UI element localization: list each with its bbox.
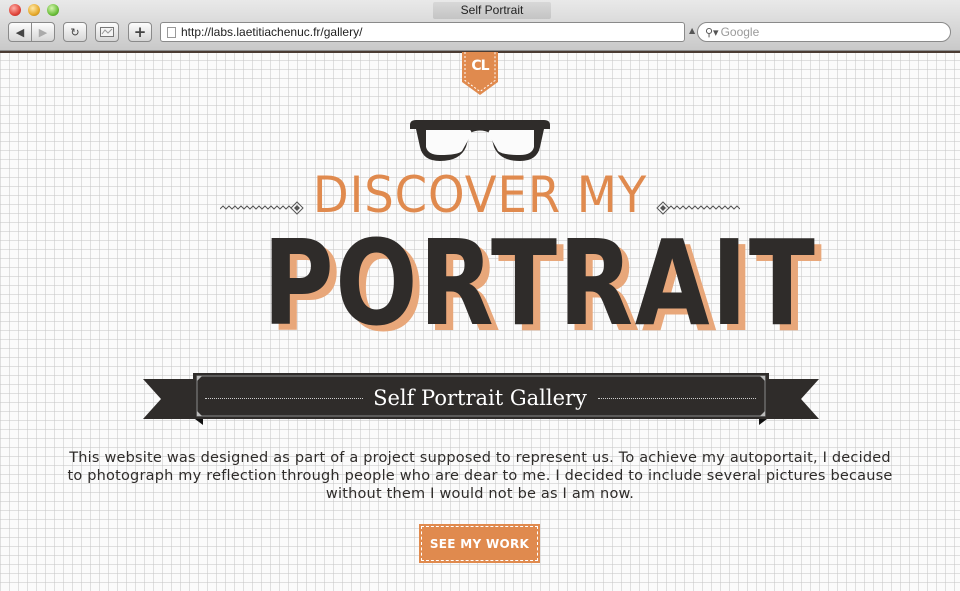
- heading-portrait: PORTRAIT PORTRAIT: [215, 214, 822, 352]
- intro-paragraph: This website was designed as part of a p…: [67, 450, 893, 502]
- snapback-button[interactable]: [95, 22, 119, 42]
- address-dropdown-icon[interactable]: ▲: [689, 26, 695, 35]
- back-button[interactable]: ◀: [8, 22, 32, 42]
- reload-button[interactable]: ↻: [63, 22, 87, 42]
- forward-button[interactable]: ▶: [31, 22, 55, 42]
- page-content: CL DISCOVER MY PORTRAIT PORTRAIT Self Po…: [0, 51, 960, 591]
- window-title: Self Portrait: [433, 2, 551, 19]
- zigzag-ornament-right: [656, 201, 740, 215]
- ribbon-label: Self Portrait Gallery: [373, 386, 587, 410]
- zoom-window-button[interactable]: [47, 4, 59, 16]
- search-input[interactable]: ⚲▾ Google: [697, 22, 951, 42]
- heading-portrait-text: PORTRAIT: [262, 214, 817, 352]
- search-icon: ⚲▾: [705, 25, 719, 39]
- title-bar: Self Portrait: [0, 0, 960, 20]
- see-my-work-button[interactable]: SEE MY WORK: [419, 524, 540, 563]
- logo-text: CL: [471, 58, 489, 74]
- glasses-icon: [410, 120, 550, 161]
- page-icon: [167, 26, 176, 38]
- address-bar[interactable]: http://labs.laetitiachenuc.fr/gallery/: [160, 22, 685, 42]
- browser-toolbar: ◀ ▶ ↻ + http://labs.laetitiachenuc.fr/ga…: [0, 20, 960, 50]
- snapback-icon: [100, 27, 114, 37]
- minimize-window-button[interactable]: [28, 4, 40, 16]
- url-text: http://labs.laetitiachenuc.fr/gallery/: [181, 25, 363, 39]
- add-bookmark-button[interactable]: +: [128, 22, 152, 42]
- browser-chrome: Self Portrait ◀ ▶ ↻ + http://labs.laetit…: [0, 0, 960, 51]
- search-placeholder: Google: [720, 25, 760, 39]
- close-window-button[interactable]: [9, 4, 21, 16]
